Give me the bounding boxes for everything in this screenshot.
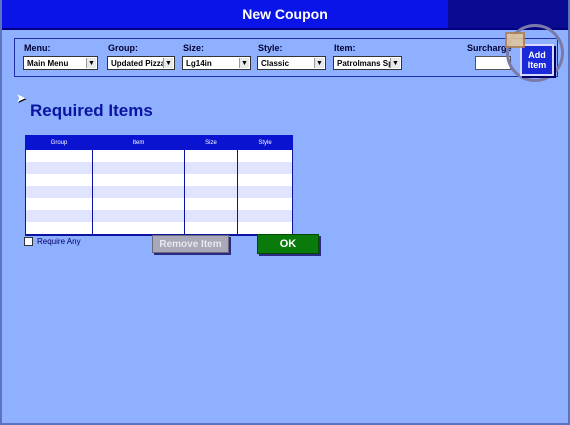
drag-cursor-icon (505, 32, 525, 48)
table-cell[interactable] (237, 162, 293, 174)
required-items-table: Group Item Size Style (25, 135, 293, 236)
new-coupon-window: New Coupon Menu: Main Menu ▼ Group: Upda… (0, 0, 570, 425)
size-select-value: Lg14in (186, 58, 212, 68)
item-filter-panel: Menu: Main Menu ▼ Group: Updated Pizza ▼… (14, 38, 558, 77)
window-title: New Coupon (242, 6, 328, 22)
table-cell[interactable] (25, 174, 93, 186)
table-cell[interactable] (237, 186, 293, 198)
style-select-value: Classic (261, 58, 290, 68)
menu-select-value: Main Menu (27, 58, 69, 68)
menu-select[interactable]: Main Menu ▼ (23, 56, 98, 70)
add-item-button[interactable]: Add Item (520, 44, 554, 76)
chevron-down-icon[interactable]: ▼ (239, 58, 249, 68)
table-cell[interactable] (92, 222, 185, 236)
chevron-down-icon[interactable]: ▼ (86, 58, 96, 68)
table-row[interactable] (25, 198, 293, 210)
require-any-label: Require Any (37, 237, 81, 246)
group-select-value: Updated Pizza (111, 58, 166, 68)
table-cell[interactable] (184, 210, 238, 222)
table-cell[interactable] (92, 174, 185, 186)
table-cell[interactable] (25, 198, 93, 210)
size-label: Size: (183, 43, 205, 53)
remove-item-button[interactable]: Remove Item (152, 235, 229, 253)
table-cell[interactable] (237, 210, 293, 222)
table-cell[interactable] (25, 222, 93, 236)
table-row[interactable] (25, 174, 293, 186)
table-cell[interactable] (184, 149, 238, 162)
column-header-style[interactable]: Style (237, 135, 293, 150)
table-cell[interactable] (237, 149, 293, 162)
ok-button[interactable]: OK (257, 234, 319, 254)
menu-label: Menu: (24, 43, 51, 53)
table-cell[interactable] (92, 162, 185, 174)
title-bar: New Coupon (2, 0, 568, 30)
require-any-option[interactable]: Require Any (24, 237, 81, 246)
group-label: Group: (108, 43, 138, 53)
table-row[interactable] (25, 222, 293, 236)
table-cell[interactable] (25, 210, 93, 222)
column-header-size[interactable]: Size (184, 135, 238, 150)
item-select-value: Patrolmans Sp (337, 58, 394, 68)
title-bar-accent (448, 0, 568, 28)
table-cell[interactable] (25, 186, 93, 198)
table-row[interactable] (25, 162, 293, 174)
table-row[interactable] (25, 149, 293, 162)
item-label: Item: (334, 43, 356, 53)
style-select[interactable]: Classic ▼ (257, 56, 326, 70)
chevron-down-icon[interactable]: ▼ (390, 58, 400, 68)
size-select[interactable]: Lg14in ▼ (182, 56, 251, 70)
table-cell[interactable] (184, 186, 238, 198)
column-header-item[interactable]: Item (92, 135, 185, 150)
table-row[interactable] (25, 210, 293, 222)
table-cell[interactable] (184, 198, 238, 210)
chevron-down-icon[interactable]: ▼ (314, 58, 324, 68)
table-cell[interactable] (92, 210, 185, 222)
column-header-group[interactable]: Group (25, 135, 93, 150)
group-select[interactable]: Updated Pizza ▼ (107, 56, 175, 70)
table-cell[interactable] (184, 174, 238, 186)
require-any-checkbox[interactable] (24, 237, 33, 246)
table-cell[interactable] (92, 186, 185, 198)
required-items-heading: Required Items (30, 101, 153, 120)
table-cell[interactable] (184, 162, 238, 174)
table-header-row: Group Item Size Style (25, 135, 293, 150)
table-cell[interactable] (237, 174, 293, 186)
table-cell[interactable] (184, 222, 238, 236)
table-row[interactable] (25, 186, 293, 198)
style-label: Style: (258, 43, 283, 53)
table-cell[interactable] (25, 149, 93, 162)
mouse-pointer-icon: ➤ (16, 91, 27, 105)
table-cell[interactable] (237, 198, 293, 210)
item-select[interactable]: Patrolmans Sp ▼ (333, 56, 402, 70)
table-cell[interactable] (92, 149, 185, 162)
table-cell[interactable] (25, 162, 93, 174)
table-cell[interactable] (92, 198, 185, 210)
chevron-down-icon[interactable]: ▼ (163, 58, 173, 68)
